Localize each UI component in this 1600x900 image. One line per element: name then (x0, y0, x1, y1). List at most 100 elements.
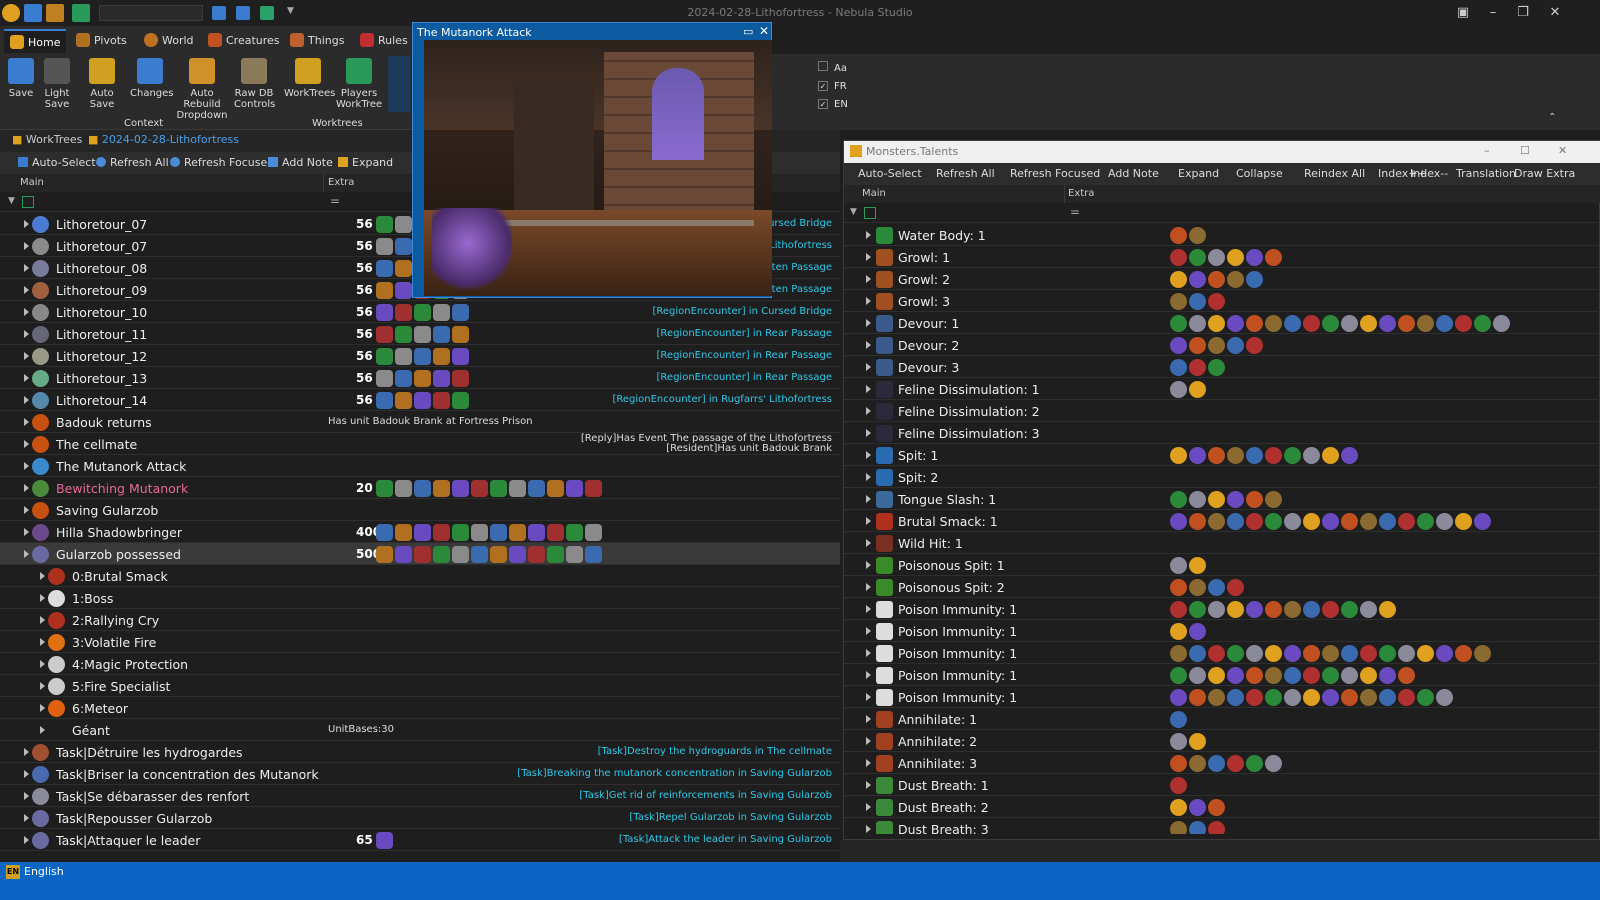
tab-world[interactable]: World (138, 29, 200, 53)
expand-arrow-icon[interactable] (866, 671, 871, 679)
tree-row[interactable]: Task|Briser la concentration des Mutanor… (0, 763, 840, 785)
col-extra[interactable]: Extra (1068, 188, 1094, 199)
monster-talent-row[interactable]: Poison Immunity: 1 (844, 664, 1600, 686)
expand-arrow-icon[interactable] (866, 297, 871, 305)
expand-arrow-icon[interactable] (866, 451, 871, 459)
expand-arrow-icon[interactable] (866, 429, 871, 437)
tree-row[interactable]: 0:Brutal Smack (0, 565, 840, 587)
tree-row[interactable]: 4:Magic Protection (0, 653, 840, 675)
tree-row[interactable]: 1:Boss (0, 587, 840, 609)
auto-rebuild-dropdown-button[interactable]: Auto Rebuild Dropdown (174, 58, 230, 121)
monster-talent-row[interactable]: Annihilate: 2 (844, 730, 1600, 752)
expand-arrow-icon[interactable] (40, 638, 45, 646)
popup-close-icon[interactable]: ✕ (759, 24, 769, 38)
expand-arrow-icon[interactable] (866, 825, 871, 833)
expand-arrow-icon[interactable] (24, 506, 29, 514)
tab-things[interactable]: Things (284, 29, 350, 53)
expand-arrow-icon[interactable] (866, 517, 871, 525)
status-language[interactable]: English (24, 865, 64, 878)
tab-pivots[interactable]: Pivots (70, 29, 133, 53)
monsters-toolbar-button[interactable]: Translation (1456, 167, 1516, 180)
expand-arrow-icon[interactable] (40, 682, 45, 690)
save-button[interactable]: Save (6, 58, 36, 99)
monster-talent-row[interactable]: Tongue Slash: 1 (844, 488, 1600, 510)
monster-talent-row[interactable]: Annihilate: 3 (844, 752, 1600, 774)
tree-row[interactable]: Badouk returns Has unit Badouk Brank at F… (0, 411, 840, 433)
tree-row[interactable]: Lithoretour_12 56 [RegionEncounter] in Rea… (0, 345, 840, 367)
expand-arrow-icon[interactable] (866, 341, 871, 349)
expand-arrow-icon[interactable] (866, 715, 871, 723)
tree-row[interactable]: The Mutanork Attack (0, 455, 840, 477)
filter-equals-icon[interactable]: = (330, 194, 340, 208)
tree-row[interactable]: Task|Attaquer le leader 65 [Task]Attack th… (0, 829, 840, 851)
expand-arrow-icon[interactable] (24, 770, 29, 778)
expand-arrow-icon[interactable] (24, 352, 29, 360)
tree-row[interactable]: Bewitching Mutanork 20 (0, 477, 840, 499)
players-worktree-button[interactable]: Players WorkTree (336, 58, 382, 110)
monsters-toolbar-button[interactable]: Collapse (1236, 167, 1283, 180)
monsters-talents-window[interactable]: Monsters.Talents – ☐ ✕ Auto-Select Refres… (843, 140, 1600, 840)
expand-arrow-icon[interactable] (24, 550, 29, 558)
minimize-button[interactable]: – (1478, 3, 1508, 23)
expand-arrow-icon[interactable] (866, 759, 871, 767)
expand-arrow-icon[interactable] (866, 319, 871, 327)
expand-arrow-icon[interactable] (24, 242, 29, 250)
expand-arrow-icon[interactable] (24, 836, 29, 844)
monster-talent-row[interactable]: Poison Immunity: 1 (844, 598, 1600, 620)
expand-arrow-icon[interactable] (24, 264, 29, 272)
expand-arrow-icon[interactable] (866, 737, 871, 745)
monster-talent-row[interactable]: Devour: 2 (844, 334, 1600, 356)
expand-arrow-icon[interactable] (24, 484, 29, 492)
monster-talent-row[interactable]: Poisonous Spit: 1 (844, 554, 1600, 576)
filter-equals-icon[interactable]: = (1070, 205, 1080, 219)
tree-row[interactable]: Gularzob possessed 500 (0, 543, 840, 565)
tree-row[interactable]: 3:Volatile Fire (0, 631, 840, 653)
col-divider[interactable] (1064, 185, 1065, 203)
monsters-minimize-button[interactable]: – (1484, 144, 1490, 157)
expand-arrow-icon[interactable] (866, 583, 871, 591)
col-main[interactable]: Main (20, 177, 44, 188)
expand-arrow-icon[interactable] (24, 330, 29, 338)
raw-db-controls-button[interactable]: Raw DB Controls (234, 58, 275, 110)
expand-arrow-icon[interactable] (40, 704, 45, 712)
monsters-toolbar-button[interactable]: Refresh Focused (1010, 167, 1100, 180)
expand-arrow-icon[interactable] (866, 473, 871, 481)
expand-arrow-icon[interactable] (24, 748, 29, 756)
add-note-button[interactable]: Add Note (268, 156, 333, 169)
popup-window[interactable]: The Mutanork Attack ▭ ✕ (412, 22, 772, 298)
filter-tree-icon[interactable] (864, 207, 876, 219)
monsters-toolbar-button[interactable]: Index-- (1410, 167, 1448, 180)
expand-arrow-icon[interactable] (866, 407, 871, 415)
tree-row[interactable]: Task|Détruire les hydrogardes [Task]Destr… (0, 741, 840, 763)
auto-save-button[interactable]: Auto Save (78, 58, 126, 110)
monster-talent-row[interactable]: Growl: 1 (844, 246, 1600, 268)
tab-home[interactable]: Home (4, 29, 67, 53)
monsters-hscroll[interactable] (840, 840, 1600, 862)
monster-talent-row[interactable]: Dust Breath: 2 (844, 796, 1600, 818)
col-main[interactable]: Main (862, 188, 886, 199)
monster-talent-row[interactable]: Dust Breath: 1 (844, 774, 1600, 796)
expand-arrow-icon[interactable] (866, 363, 871, 371)
expand-arrow-icon[interactable] (866, 649, 871, 657)
expand-arrow-icon[interactable] (40, 616, 45, 624)
checkbox-icon[interactable] (818, 61, 828, 71)
col-extra[interactable]: Extra (328, 177, 354, 188)
monster-talent-row[interactable]: Poison Immunity: 1 (844, 642, 1600, 664)
col-divider[interactable] (323, 174, 324, 192)
changes-button[interactable]: Changes (130, 58, 174, 99)
expand-arrow-icon[interactable] (24, 418, 29, 426)
tree-row[interactable]: The cellmate [Reply]Has Event The passage… (0, 433, 840, 455)
monster-talent-row[interactable]: Growl: 2 (844, 268, 1600, 290)
expand-arrow-icon[interactable] (24, 220, 29, 228)
monster-talent-row[interactable]: Feline Dissimulation: 2 (844, 400, 1600, 422)
monster-talent-row[interactable]: Annihilate: 1 (844, 708, 1600, 730)
tab-lithofortress[interactable]: ■ 2024-02-28-Lithofortress (88, 133, 239, 146)
expand-arrow-icon[interactable] (866, 627, 871, 635)
expand-arrow-icon[interactable] (24, 528, 29, 536)
filter-icon[interactable]: ▼ (850, 207, 857, 217)
expand-arrow-icon[interactable] (866, 253, 871, 261)
monster-talent-row[interactable]: Wild Hit: 1 (844, 532, 1600, 554)
tree-row[interactable]: Task|Repousser Gularzob [Task]Repel Gular… (0, 807, 840, 829)
expand-arrow-icon[interactable] (40, 660, 45, 668)
refresh-all-button[interactable]: Refresh All (96, 156, 169, 169)
